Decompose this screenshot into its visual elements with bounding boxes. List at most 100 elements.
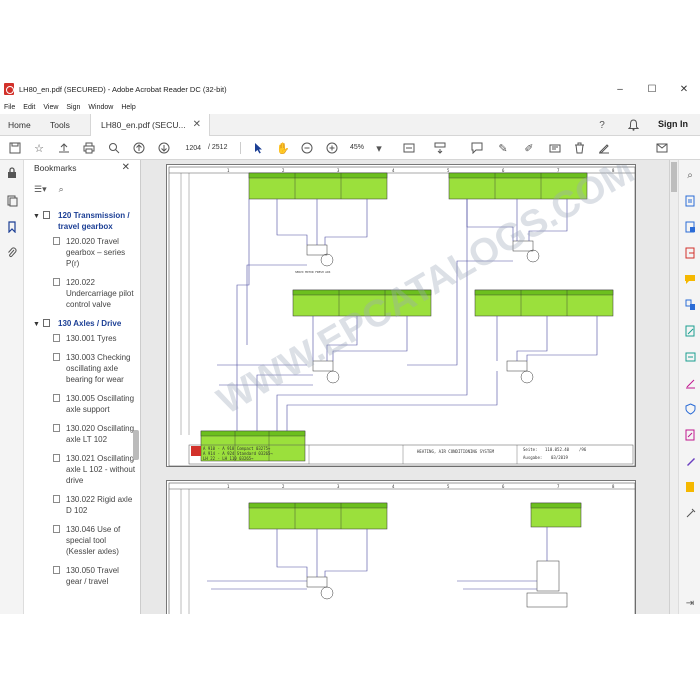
- pdf-page-schematic: 1 2 3 4 5 6 7 8 SERVO MOTOR FRESH AIR A …: [166, 160, 642, 467]
- organize-pages-icon[interactable]: [683, 298, 697, 312]
- bookmark-item[interactable]: ▼ 120 Transmission / travel gearbox: [24, 208, 140, 234]
- bookmarks-scrollbar[interactable]: [133, 430, 139, 460]
- bookmarks-panel-icon[interactable]: [5, 220, 19, 234]
- more-tools-icon[interactable]: [683, 506, 697, 520]
- help-icon[interactable]: ?: [595, 118, 609, 132]
- page-number-input[interactable]: 1204: [176, 141, 204, 155]
- lock-icon[interactable]: [5, 166, 19, 180]
- column-number: 4: [392, 484, 395, 489]
- bookmark-item[interactable]: 130.020 Oscillating axle LT 102: [24, 421, 140, 451]
- servo-label: SERVO MOTOR FRESH AIR: [295, 270, 331, 274]
- bookmark-icon: [53, 566, 60, 574]
- bookmark-item[interactable]: 130.050 Travel gear / travel: [24, 563, 140, 593]
- scan-icon[interactable]: [683, 350, 697, 364]
- bookmark-icon: [43, 319, 50, 327]
- menu-edit[interactable]: Edit: [19, 104, 39, 111]
- find-bookmark-icon[interactable]: ⌕: [59, 184, 64, 195]
- bookmark-icon: [53, 495, 60, 503]
- wiring-schematic: 1 2 3 4 5 6 7 8 SERVO MOTOR FRESH AIR A …: [168, 160, 642, 467]
- next-page-icon[interactable]: [157, 141, 171, 155]
- bookmark-star-icon[interactable]: ☆: [32, 141, 46, 155]
- print-icon[interactable]: [82, 141, 96, 155]
- bookmark-label: 130.003 Checking oscillating axle bearin…: [66, 353, 131, 384]
- close-window-button[interactable]: ✕: [668, 78, 700, 100]
- notification-bell-icon[interactable]: [626, 118, 640, 132]
- bookmark-item[interactable]: ▼ 130 Axles / Drive: [24, 316, 140, 331]
- comment-tool-icon[interactable]: [683, 272, 697, 286]
- hand-tool-icon[interactable]: ✋: [276, 141, 290, 155]
- bookmark-item[interactable]: 130.046 Use of special tool (Kessler axl…: [24, 522, 140, 563]
- bookmark-item[interactable]: 130.001 Tyres: [24, 331, 140, 350]
- bookmark-item[interactable]: 120.020 Travel gearbox – series P(r): [24, 234, 140, 275]
- tab-document-label: LH80_en.pdf (SECU...: [101, 120, 186, 130]
- scroll-mode-icon[interactable]: [433, 141, 447, 155]
- minimize-button[interactable]: –: [604, 78, 636, 100]
- column-number: 6: [502, 168, 505, 173]
- search-tool-icon[interactable]: ⌕: [683, 168, 697, 182]
- close-bookmarks-icon[interactable]: ✕: [122, 162, 130, 173]
- delete-icon[interactable]: [572, 141, 586, 155]
- model-line: LH 22 - LH 110 03265→: [203, 456, 254, 461]
- page-thumbnails-icon[interactable]: [5, 194, 19, 208]
- ac-module: [474, 289, 614, 317]
- bookmark-options-icon[interactable]: ☰▾: [34, 184, 47, 195]
- combine-files-icon[interactable]: [683, 220, 697, 234]
- column-number: 1: [227, 168, 230, 173]
- bookmark-item[interactable]: 130.021 Oscillating axle L 102 - without…: [24, 451, 140, 492]
- zoom-in-icon[interactable]: [325, 141, 339, 155]
- find-icon[interactable]: [107, 141, 121, 155]
- edit-pdf-icon[interactable]: [683, 324, 697, 338]
- document-view[interactable]: 1 2 3 4 5 6 7 8 SERVO MOTOR FRESH AIR A …: [141, 160, 678, 614]
- menu-sign[interactable]: Sign: [62, 104, 84, 111]
- email-icon[interactable]: [655, 141, 669, 155]
- create-pdf-icon[interactable]: [683, 194, 697, 208]
- previous-page-icon[interactable]: [132, 141, 146, 155]
- column-number: 7: [557, 168, 560, 173]
- export-pdf-icon[interactable]: [683, 246, 697, 260]
- expand-panel-icon[interactable]: ⇥: [683, 596, 697, 610]
- bookmark-item[interactable]: 130.003 Checking oscillating axle bearin…: [24, 350, 140, 391]
- sign-icon[interactable]: [683, 454, 697, 468]
- comment-icon[interactable]: [470, 141, 484, 155]
- bookmark-item[interactable]: 130.005 Oscillating axle support: [24, 391, 140, 421]
- redact-icon[interactable]: [597, 141, 611, 155]
- bookmark-icon: [43, 211, 50, 219]
- protect-icon[interactable]: [683, 402, 697, 416]
- attachments-icon[interactable]: [5, 246, 19, 260]
- acrobat-app-icon: [4, 83, 14, 95]
- select-arrow-icon[interactable]: [251, 141, 265, 155]
- request-signature-icon[interactable]: [683, 428, 697, 442]
- column-number: 5: [447, 168, 450, 173]
- tab-tools[interactable]: Tools: [45, 114, 87, 136]
- servo-motor: SERVO MOTOR FRESH AIR: [295, 244, 334, 274]
- collapse-caret-icon[interactable]: ▼: [33, 211, 40, 222]
- menu-help[interactable]: Help: [117, 104, 139, 111]
- maximize-button[interactable]: ☐: [636, 78, 668, 100]
- upload-icon[interactable]: [57, 141, 71, 155]
- highlight-icon[interactable]: ✐: [522, 141, 536, 155]
- tab-bar: Home Tools LH80_en.pdf (SECU... ✕ ? Sign…: [0, 114, 700, 136]
- zoom-out-icon[interactable]: [300, 141, 314, 155]
- document-scrollbar[interactable]: [669, 160, 678, 614]
- bookmarks-toolbar: ☰▾ ⌕: [34, 184, 64, 195]
- fill-sign-icon[interactable]: [683, 376, 697, 390]
- zoom-level[interactable]: 45%: [350, 141, 364, 155]
- save-icon[interactable]: [8, 141, 22, 155]
- collapse-caret-icon[interactable]: ▼: [33, 319, 40, 330]
- menu-window[interactable]: Window: [84, 104, 117, 111]
- tab-home[interactable]: Home: [0, 114, 40, 136]
- tab-document[interactable]: LH80_en.pdf (SECU... ✕: [90, 114, 210, 136]
- menu-file[interactable]: File: [0, 104, 19, 111]
- tab-close-icon[interactable]: ✕: [193, 119, 201, 130]
- toolbar-divider: [240, 142, 241, 154]
- stamp-icon[interactable]: [548, 141, 562, 155]
- document-scrollbar-thumb[interactable]: [671, 162, 677, 192]
- bookmark-item[interactable]: 120.022 Undercarriage pilot control valv…: [24, 275, 140, 316]
- zoom-dropdown-icon[interactable]: ▾: [372, 141, 386, 155]
- sign-in-link[interactable]: Sign In: [658, 119, 688, 129]
- bookmark-item[interactable]: 130.022 Rigid axle D 102: [24, 492, 140, 522]
- pencil-icon[interactable]: ✎: [496, 141, 510, 155]
- send-for-review-icon[interactable]: [683, 480, 697, 494]
- fit-page-icon[interactable]: [402, 141, 416, 155]
- menu-view[interactable]: View: [39, 104, 62, 111]
